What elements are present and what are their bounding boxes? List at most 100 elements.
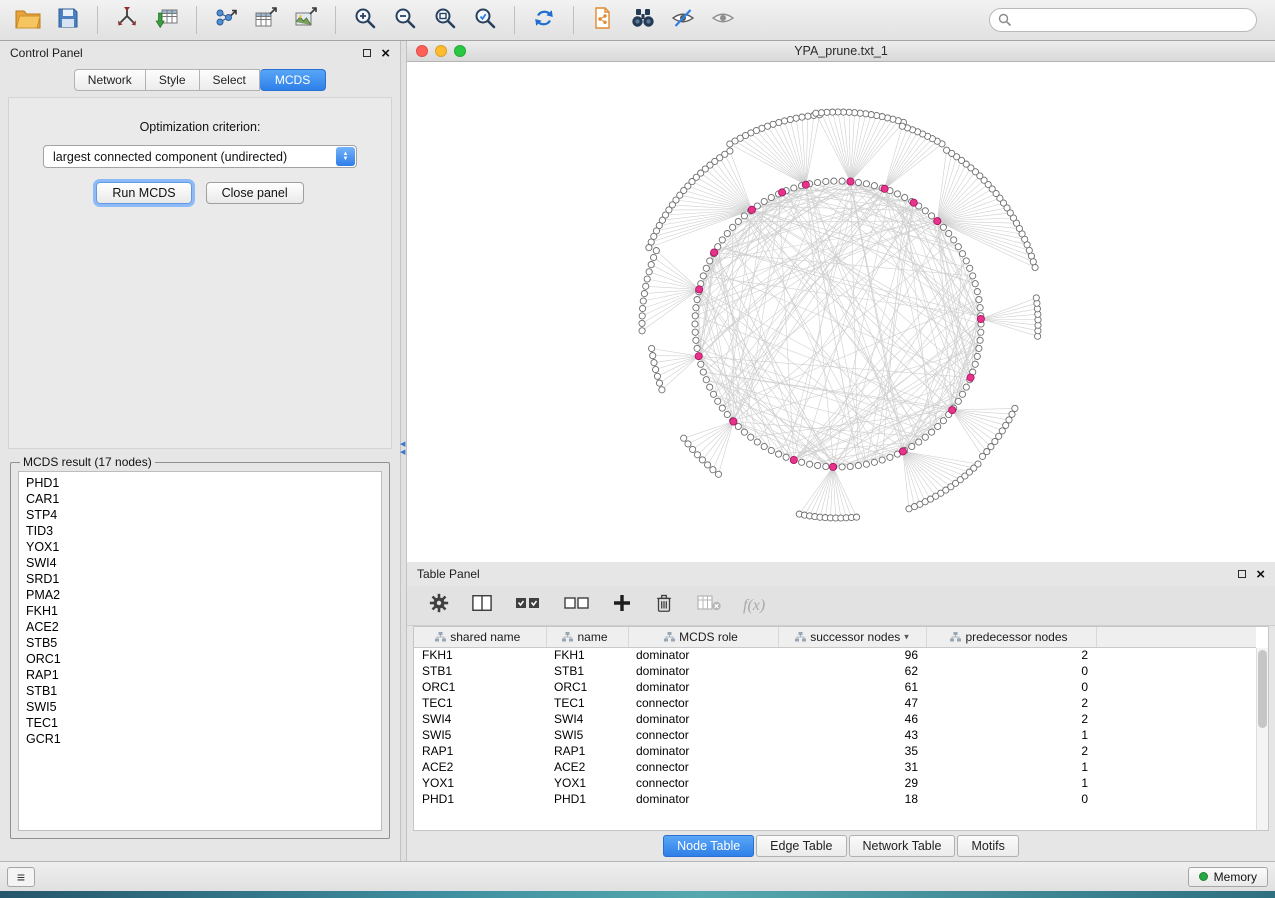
table-cell[interactable]: TEC1 xyxy=(546,695,628,711)
result-item[interactable]: FKH1 xyxy=(26,603,374,619)
column-header-MCDS-role[interactable]: MCDS role xyxy=(628,627,778,647)
result-item[interactable]: YOX1 xyxy=(26,539,374,555)
column-header-name[interactable]: name xyxy=(546,627,628,647)
result-item[interactable]: TID3 xyxy=(26,523,374,539)
table-cell[interactable]: 1 xyxy=(926,759,1096,775)
criterion-dropdown[interactable]: largest connected component (undirected)… xyxy=(43,145,357,168)
table-cell[interactable]: 1 xyxy=(926,775,1096,791)
zoom-selected-button[interactable] xyxy=(467,4,503,36)
delete-column-button[interactable] xyxy=(653,592,675,619)
open-file-button[interactable] xyxy=(10,4,46,36)
table-cell[interactable]: 1 xyxy=(926,727,1096,743)
close-panel-icon[interactable]: × xyxy=(1256,567,1265,582)
share-document-button[interactable] xyxy=(585,4,621,36)
table-cell[interactable]: 29 xyxy=(778,775,926,791)
table-cell[interactable]: connector xyxy=(628,775,778,791)
result-item[interactable]: CAR1 xyxy=(26,491,374,507)
result-item[interactable]: PHD1 xyxy=(26,475,374,491)
float-panel-icon[interactable] xyxy=(1238,570,1246,578)
table-cell[interactable]: 0 xyxy=(926,679,1096,695)
export-image-button[interactable] xyxy=(288,4,324,36)
zoom-fit-button[interactable] xyxy=(427,4,463,36)
tab-motifs[interactable]: Motifs xyxy=(957,835,1018,857)
result-item[interactable]: STP4 xyxy=(26,507,374,523)
close-window-button[interactable] xyxy=(416,45,428,57)
table-cell[interactable]: FKH1 xyxy=(414,647,546,663)
show-columns-button[interactable] xyxy=(471,593,493,618)
show-all-button[interactable] xyxy=(705,4,741,36)
tab-node-table[interactable]: Node Table xyxy=(663,835,754,857)
table-cell[interactable]: dominator xyxy=(628,743,778,759)
select-all-button[interactable] xyxy=(514,593,542,618)
result-item[interactable]: SWI4 xyxy=(26,555,374,571)
table-cell[interactable]: ORC1 xyxy=(414,679,546,695)
column-header-shared-name[interactable]: shared name xyxy=(414,627,546,647)
table-cell[interactable]: 18 xyxy=(778,791,926,807)
table-row[interactable]: SWI4SWI4dominator462 xyxy=(414,711,1256,727)
result-item[interactable]: TEC1 xyxy=(26,715,374,731)
table-cell[interactable]: RAP1 xyxy=(546,743,628,759)
result-item[interactable]: RAP1 xyxy=(26,667,374,683)
table-cell[interactable]: 46 xyxy=(778,711,926,727)
result-item[interactable]: ORC1 xyxy=(26,651,374,667)
table-cell[interactable]: PHD1 xyxy=(414,791,546,807)
zoom-out-button[interactable] xyxy=(387,4,423,36)
table-row[interactable]: YOX1YOX1connector291 xyxy=(414,775,1256,791)
result-item[interactable]: ACE2 xyxy=(26,619,374,635)
table-cell[interactable]: ACE2 xyxy=(414,759,546,775)
table-cell[interactable]: SWI5 xyxy=(546,727,628,743)
table-cell[interactable]: 47 xyxy=(778,695,926,711)
refresh-layout-button[interactable] xyxy=(526,4,562,36)
close-panel-button[interactable]: Close panel xyxy=(206,182,304,204)
table-cell[interactable]: 62 xyxy=(778,663,926,679)
table-row[interactable]: RAP1RAP1dominator352 xyxy=(414,743,1256,759)
table-cell[interactable]: connector xyxy=(628,727,778,743)
table-row[interactable]: STB1STB1dominator620 xyxy=(414,663,1256,679)
table-row[interactable]: TEC1TEC1connector472 xyxy=(414,695,1256,711)
table-cell[interactable]: FKH1 xyxy=(546,647,628,663)
result-item[interactable]: PMA2 xyxy=(26,587,374,603)
table-cell[interactable]: 2 xyxy=(926,743,1096,759)
table-scrollbar[interactable] xyxy=(1256,648,1268,830)
table-row[interactable]: SWI5SWI5connector431 xyxy=(414,727,1256,743)
network-graph[interactable] xyxy=(407,62,1275,562)
table-cell[interactable]: ORC1 xyxy=(546,679,628,695)
table-cell[interactable]: 2 xyxy=(926,695,1096,711)
table-cell[interactable]: 0 xyxy=(926,791,1096,807)
panel-menu-button[interactable]: ≡ xyxy=(7,867,35,887)
minimize-window-button[interactable] xyxy=(435,45,447,57)
import-network-button[interactable] xyxy=(109,4,145,36)
maximize-window-button[interactable] xyxy=(454,45,466,57)
splitter-collapse-icon[interactable]: ◀◀ xyxy=(400,441,405,457)
result-item[interactable]: SRD1 xyxy=(26,571,374,587)
table-cell[interactable]: YOX1 xyxy=(414,775,546,791)
table-cell[interactable]: 43 xyxy=(778,727,926,743)
tab-mcds[interactable]: MCDS xyxy=(260,69,326,91)
table-cell[interactable]: SWI4 xyxy=(414,711,546,727)
column-header-successor-nodes[interactable]: successor nodes▾ xyxy=(778,627,926,647)
close-panel-icon[interactable]: × xyxy=(381,46,390,61)
tab-network[interactable]: Network xyxy=(74,69,146,91)
result-item[interactable]: GCR1 xyxy=(26,731,374,747)
table-cell[interactable]: PHD1 xyxy=(546,791,628,807)
find-button[interactable] xyxy=(625,4,661,36)
table-cell[interactable]: SWI5 xyxy=(414,727,546,743)
table-cell[interactable]: 61 xyxy=(778,679,926,695)
tab-select[interactable]: Select xyxy=(200,69,260,91)
tab-network-table[interactable]: Network Table xyxy=(849,835,956,857)
tab-edge-table[interactable]: Edge Table xyxy=(756,835,846,857)
table-cell[interactable]: ACE2 xyxy=(546,759,628,775)
hide-selected-button[interactable] xyxy=(665,4,701,36)
run-mcds-button[interactable]: Run MCDS xyxy=(96,182,191,204)
table-cell[interactable]: RAP1 xyxy=(414,743,546,759)
table-cell[interactable]: YOX1 xyxy=(546,775,628,791)
vertical-splitter[interactable]: ◀◀ xyxy=(400,41,407,861)
memory-button[interactable]: Memory xyxy=(1188,867,1268,887)
table-row[interactable]: FKH1FKH1dominator962 xyxy=(414,647,1256,663)
table-cell[interactable]: 31 xyxy=(778,759,926,775)
result-item[interactable]: STB5 xyxy=(26,635,374,651)
table-cell[interactable]: SWI4 xyxy=(546,711,628,727)
table-cell[interactable]: 0 xyxy=(926,663,1096,679)
table-scrollbar-thumb[interactable] xyxy=(1258,650,1267,728)
table-cell[interactable]: connector xyxy=(628,759,778,775)
